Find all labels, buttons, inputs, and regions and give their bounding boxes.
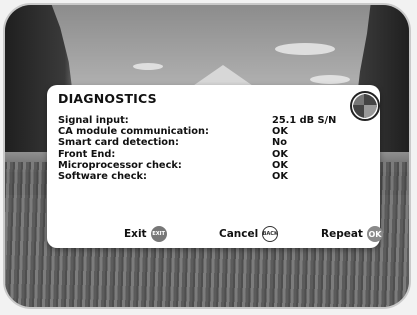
diagnostic-row: Front End: OK (58, 149, 358, 160)
diagnostic-row: Smart card detection: No (58, 137, 358, 148)
diagnostic-label: Software check: (58, 170, 147, 182)
repeat-button-label: Repeat (321, 228, 363, 240)
diagnostic-label: Microprocessor check: (58, 159, 182, 171)
ok-key-icon: OK (366, 226, 383, 242)
exit-button-label: Exit (124, 228, 147, 240)
back-key-icon: BACK (262, 226, 279, 242)
diagnostic-label: Signal input: (58, 115, 129, 126)
diagnostic-row: Signal input: 25.1 dB S/N (58, 115, 358, 126)
diagnostic-label: CA module communication: (58, 126, 209, 138)
dialog-title: DIAGNOSTICS (58, 91, 157, 106)
diagnostic-row: CA module communication: OK (58, 126, 358, 137)
diagnostics-dialog: DIAGNOSTICS Signal input: 25.1 dB S/N CA… (47, 85, 383, 248)
diagnostic-value: OK (272, 126, 288, 138)
diagnostic-value: No (272, 137, 287, 149)
tv-screen: DIAGNOSTICS Signal input: 25.1 dB S/N CA… (3, 3, 411, 309)
cloud (275, 43, 335, 55)
repeat-button[interactable]: Repeat OK (321, 225, 383, 243)
diagnostic-value: 25.1 dB S/N (272, 115, 337, 126)
diagnostic-value: OK (272, 148, 288, 160)
diagnostic-value: OK (272, 159, 288, 171)
diagnostic-value: OK (272, 170, 288, 182)
cancel-button-label: Cancel (219, 228, 259, 240)
diagnostic-label: Smart card detection: (58, 137, 179, 149)
cloud (310, 75, 350, 84)
cancel-button[interactable]: Cancel BACK (219, 225, 279, 243)
diagnostic-row: Microprocessor check: OK (58, 160, 358, 171)
exit-button[interactable]: Exit EXIT (124, 225, 167, 243)
diagnostic-label: Front End: (58, 148, 116, 160)
cloud (133, 63, 163, 70)
diagnostics-list: Signal input: 25.1 dB S/N CA module comm… (58, 115, 358, 182)
diagnostic-row: Software check: OK (58, 171, 358, 182)
exit-key-icon: EXIT (150, 226, 167, 242)
